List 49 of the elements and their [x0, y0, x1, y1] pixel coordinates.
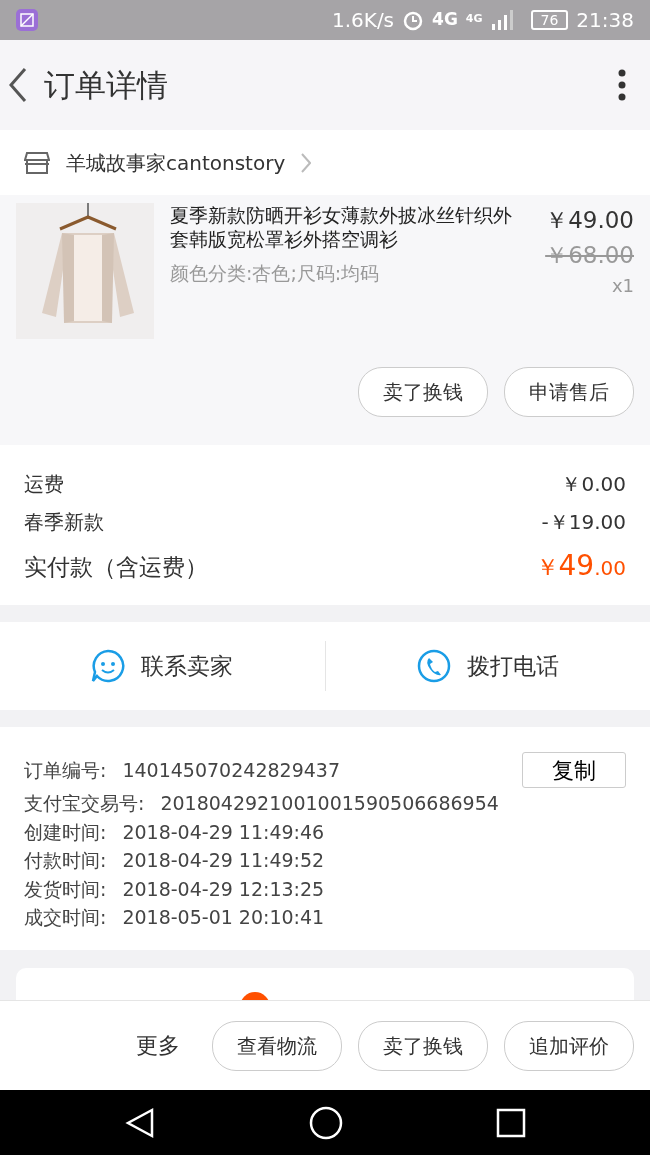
battery-level: 76 [530, 10, 569, 30]
action-button[interactable]: 查看物流 [212, 1020, 342, 1071]
back-icon[interactable] [8, 67, 28, 103]
info-value: 2018-05-01 20:10:41 [122, 905, 325, 930]
info-label: 订单编号: [24, 757, 107, 783]
gallery-icon [16, 9, 38, 31]
phone-icon [416, 649, 451, 683]
info-value: 2018-04-29 11:49:46 [122, 819, 325, 845]
contact-link[interactable]: 联系卖家 [141, 648, 234, 684]
product-spec: 颜色分类:杏色;尺码:均码 [170, 261, 381, 286]
copy-button[interactable]: 复制 [522, 752, 626, 788]
info-value: 140145070242829437 [122, 757, 340, 783]
signal-icon [490, 9, 513, 31]
more-link[interactable]: 更多 [136, 1029, 180, 1062]
network-type: 4G [432, 8, 458, 32]
action-button[interactable]: 卖了换钱 [358, 1020, 488, 1071]
action-button[interactable]: 申请售后 [504, 367, 634, 417]
info-label: 创建时间: [24, 819, 107, 845]
shop-icon [24, 150, 50, 175]
action-button[interactable]: 卖了换钱 [358, 367, 488, 417]
recents-icon[interactable] [495, 1107, 526, 1138]
original-price: ￥68.00 [545, 240, 634, 270]
quantity: x1 [610, 274, 634, 298]
info-label: 成交时间: [24, 905, 107, 930]
network-speed: 1.6K/s [331, 7, 395, 34]
action-button[interactable]: 追加评价 [504, 1020, 634, 1071]
call-link[interactable]: 拨打电话 [466, 648, 559, 684]
info-value: 2018042921001001590506686954 [160, 791, 499, 816]
info-value: 2018-04-29 12:13:25 [122, 876, 325, 902]
home-icon[interactable] [309, 1105, 343, 1140]
shop-name[interactable]: 羊城故事家cantonstory [66, 147, 286, 178]
network-type: 4G [465, 11, 483, 27]
total-label: 实付款（含运费） [24, 553, 208, 582]
more-icon[interactable] [618, 69, 626, 101]
total-amount: ￥49.00 [535, 548, 626, 584]
fee-value: ￥0.00 [561, 471, 626, 498]
info-label: 支付宝交易号: [24, 791, 145, 816]
fee-value: -￥19.00 [541, 509, 626, 536]
fee-label: 春季新款 [24, 509, 104, 536]
info-label: 发货时间: [24, 876, 107, 902]
alarm-icon [402, 9, 425, 31]
clock: 21:38 [576, 7, 634, 34]
product-title[interactable]: 夏季新款防晒开衫女薄款外披冰丝针织外套韩版宽松罩衫外搭空调衫 [170, 203, 522, 251]
info-label: 付款时间: [24, 848, 107, 873]
chat-icon [91, 649, 126, 683]
info-value: 2018-04-29 11:49:52 [122, 848, 325, 873]
price: ￥49.00 [545, 206, 634, 235]
page-title: 订单详情 [44, 65, 168, 105]
fee-label: 运费 [24, 471, 64, 498]
